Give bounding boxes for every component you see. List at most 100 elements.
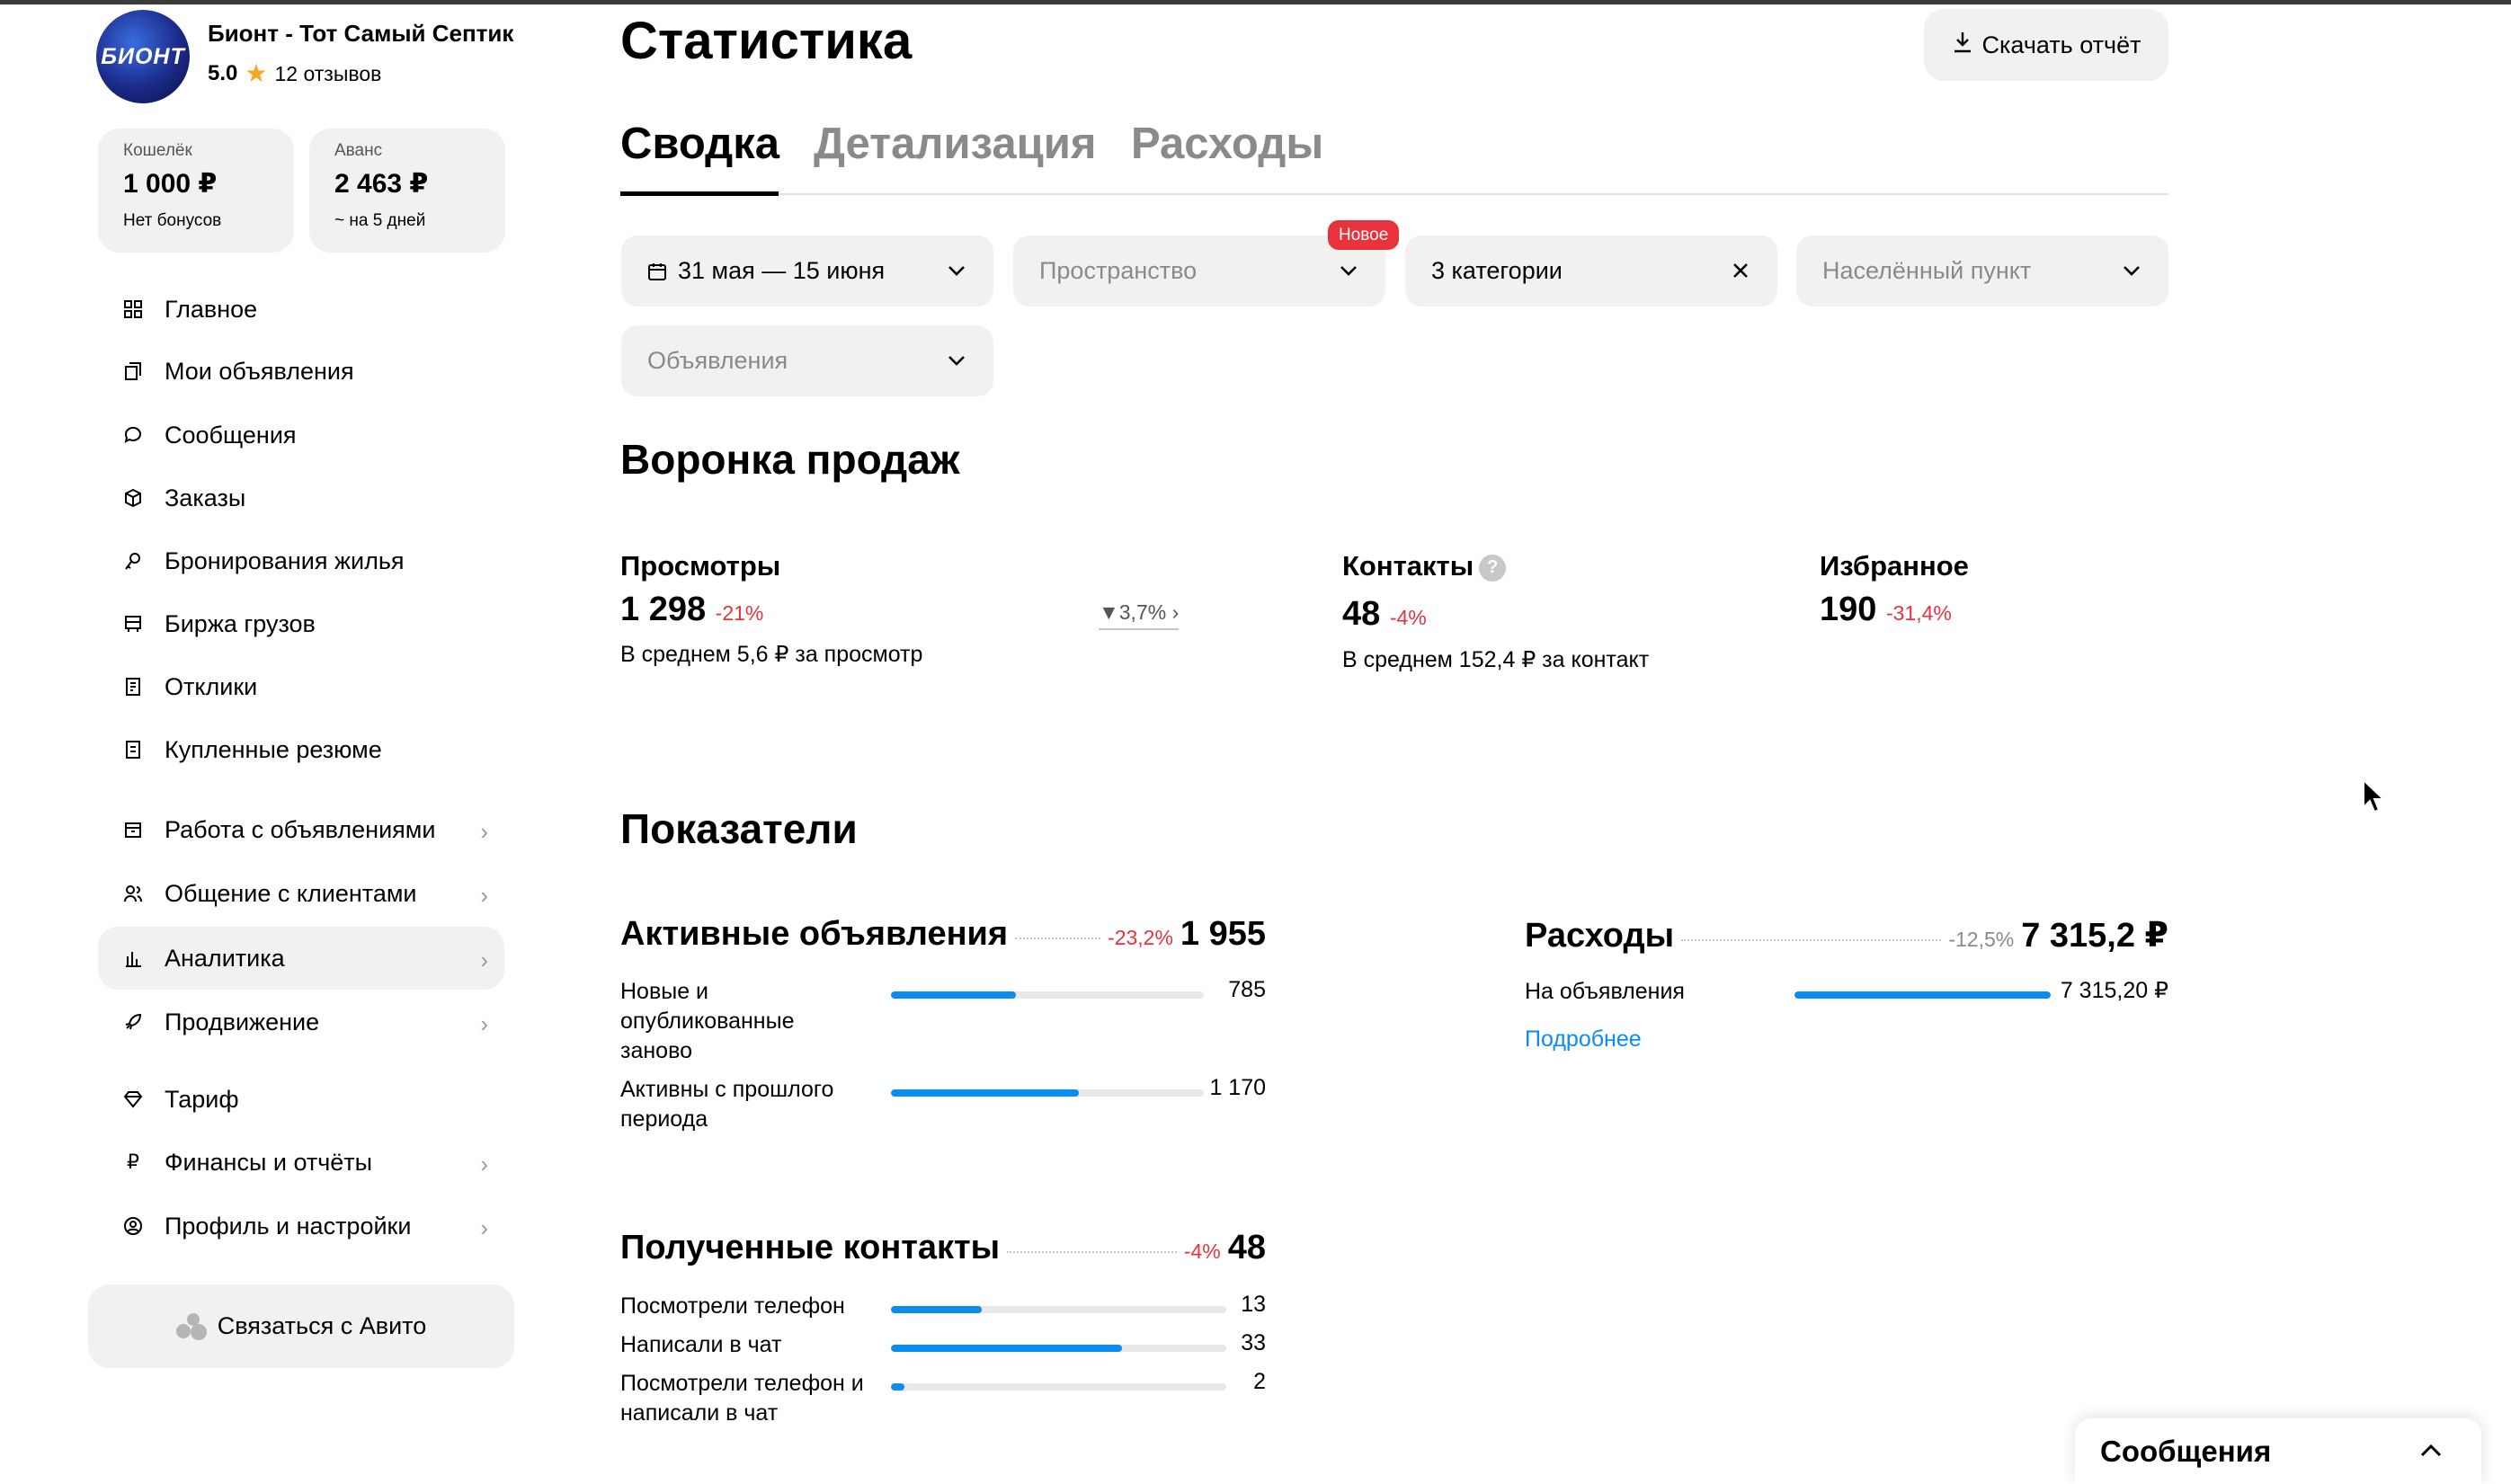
sidebar-item-ads-work[interactable]: Работа с объявлениями › [98,798,504,861]
progress-fill [891,1383,904,1391]
sidebar-item-my-ads[interactable]: Мои объявления [98,340,504,403]
reviews-count: 12 отзывов [274,61,382,85]
favorites-label: Избранное [1820,550,1969,582]
contacts-average: В среднем 152,4 ₽ за контакт [1342,647,1650,672]
download-icon [1952,31,1973,60]
chevron-right-icon: › [1171,600,1180,624]
indicators-title: Показатели [620,805,858,852]
download-report-label: Скачать отчёт [1981,31,2141,58]
chevron-right-icon: › [480,882,488,909]
ads-filter[interactable]: Объявления [621,325,993,396]
booking-icon [121,549,145,573]
sidebar-item-finance[interactable]: ₽ Финансы и отчёты › [98,1131,504,1194]
avito-dots-icon [175,1312,207,1340]
download-report-button[interactable]: Скачать отчёт [1924,9,2168,81]
resume-icon [121,738,145,761]
tab-details[interactable]: Детализация [814,119,1096,169]
close-icon[interactable] [1729,259,1752,289]
sidebar-item-label: Продвижение [165,1008,320,1035]
sidebar-item-promotion[interactable]: Продвижение › [98,991,504,1053]
dotted-leader [1007,1251,1177,1253]
profile-icon [121,1214,145,1238]
sidebar-item-messages[interactable]: Сообщения [98,404,504,467]
space-filter[interactable]: Пространство [1013,235,1385,307]
window-top-border [0,0,2511,4]
shop-name[interactable]: Бионт - Тот Самый Септик [208,20,513,48]
sidebar-item-label: Работа с объявлениями [165,815,436,843]
advance-value: 2 463 ₽ [334,169,429,199]
received-contacts-row-label: Написали в чат [620,1332,782,1357]
chevron-down-icon [2120,259,2143,289]
expenses-value: 7 315,2 ₽ [2021,917,2168,955]
chevron-right-icon: › [480,946,488,973]
sidebar-item-label: Бронирования жилья [165,547,405,574]
analytics-icon [121,946,145,970]
active-ads-row-value: 785 [1228,977,1266,1002]
funnel-title: Воронка продаж [620,436,960,483]
new-badge: Новое [1328,220,1400,250]
help-icon[interactable]: ? [1479,554,1507,582]
active-ads-row-value: 1 170 [1209,1075,1266,1100]
sidebar-item-responses[interactable]: Отклики [98,655,504,718]
expenses-title: Расходы [1525,917,1675,955]
sidebar-item-label: Общение с клиентами [165,879,417,907]
store-icon [121,818,145,841]
locality-filter[interactable]: Населённый пункт [1796,235,2168,307]
sidebar-item-bookings[interactable]: Бронирования жилья [98,529,504,592]
diamond-icon [121,1088,145,1111]
views-conversion[interactable]: ▼3,7% › [1099,600,1180,630]
received-contacts-row-label: Посмотрели телефон [620,1293,845,1319]
sidebar-item-orders[interactable]: Заказы [98,467,504,529]
shop-avatar[interactable]: БИОНТ [96,10,190,103]
sidebar-item-label: Профиль и настройки [165,1212,412,1240]
contacts-label-row: Контакты? [1342,550,1507,582]
wallet-value: 1 000 ₽ [123,169,218,199]
calendar-icon [647,262,667,281]
sidebar-item-tariff[interactable]: Тариф [98,1068,504,1131]
sidebar-item-label: Отклики [165,672,258,700]
messages-panel-title: Сообщения [2100,1434,2272,1468]
contact-avito-button[interactable]: Связаться с Авито [88,1284,514,1368]
progress-bar [891,1345,1226,1352]
progress-fill [1794,991,2051,999]
sidebar-item-label: Мои объявления [165,357,354,385]
sidebar-item-purchased-resumes[interactable]: Купленные резюме [98,718,504,781]
progress-fill [891,991,1017,999]
sidebar-item-client-communication[interactable]: Общение с клиентами › [98,862,504,925]
advance-card[interactable]: Аванс 2 463 ₽ ~ на 5 дней [309,129,505,253]
sidebar-item-label: Заказы [165,484,246,511]
sidebar-item-main[interactable]: Главное [98,278,504,341]
sidebar-item-label: Финансы и отчёты [165,1148,373,1176]
chevron-up-icon[interactable] [2417,1436,2445,1472]
rating[interactable]: 5.0 ★ 12 отзывов [208,61,381,86]
logo-text: БИОНТ [101,44,185,69]
wallet-card[interactable]: Кошелёк 1 000 ₽ Нет бонусов [98,129,294,253]
dotted-leader [1015,937,1101,939]
views-delta: -21% [715,601,764,625]
sidebar-item-cargo-exchange[interactable]: Биржа грузов [98,592,504,655]
rating-value: 5.0 [208,61,238,85]
expenses-delta: -12,5% [1948,928,2015,951]
truck-icon [121,612,145,635]
sidebar-item-label: Аналитика [165,944,285,972]
expenses-header: Расходы -12,5% 7 315,2 ₽ [1525,915,2168,955]
tab-expenses[interactable]: Расходы [1131,119,1323,169]
received-contacts-value: 48 [1227,1229,1266,1266]
ads-filter-placeholder: Объявления [647,347,788,374]
sidebar-item-analytics[interactable]: Аналитика › [98,927,504,990]
contacts-value: 48 [1342,595,1381,633]
more-details-link[interactable]: Подробнее [1525,1026,1642,1053]
responses-icon [121,675,145,698]
sidebar-item-label: Сообщения [165,421,297,449]
views-average: В среднем 5,6 ₽ за просмотр [620,642,923,667]
date-range-filter[interactable]: 31 мая — 15 июня [621,235,993,307]
sidebar-item-label: Купленные резюме [165,735,382,763]
sidebar-item-profile-settings[interactable]: Профиль и настройки › [98,1195,504,1257]
chevron-down-icon [1337,259,1360,289]
advance-days: ~ на 5 дней [334,211,426,230]
tab-summary[interactable]: Сводка [620,119,779,169]
categories-filter[interactable]: 3 категории [1405,235,1777,307]
chat-icon [121,423,145,447]
messages-panel[interactable]: Сообщения [2075,1418,2481,1484]
favorites-delta: -31,4% [1885,601,1952,625]
